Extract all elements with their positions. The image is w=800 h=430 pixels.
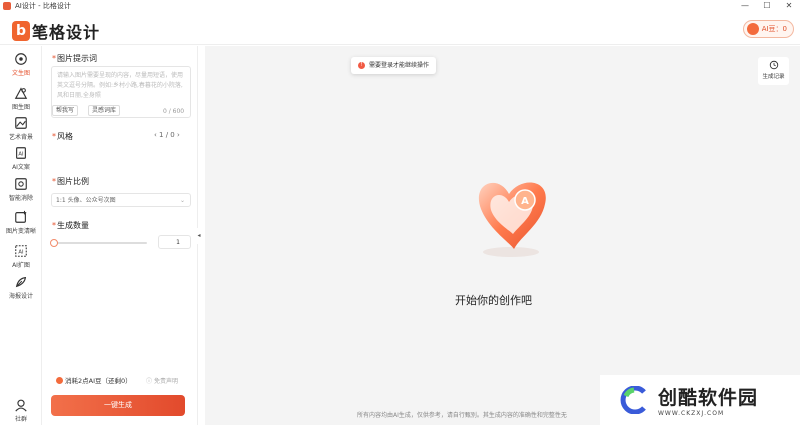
login-toast: ! 需要登录才能继续操作 (351, 57, 437, 74)
ratio-section-title: *图片比例 (52, 177, 89, 186)
watermark-logo-icon (620, 386, 646, 414)
coin-icon (56, 376, 63, 384)
svg-text:AI: AI (18, 250, 24, 256)
window-controls: — ☐ ✕ (734, 0, 800, 12)
image-enhance-icon (15, 210, 27, 223)
prompt-counter: 0 / 600 (163, 108, 185, 115)
sidebar-item-ai-copy[interactable]: AI AI文案 (0, 146, 42, 178)
sidebar: 文生图 图生图 艺术背景 AI AI文案 智能消除 图片变清晰 AI AI扩图 … (0, 46, 42, 425)
sidebar-item-label: 文生图 (11, 70, 30, 77)
minimize-button[interactable]: — (734, 0, 756, 12)
cost-text: 消耗2点AI豆（还剩0） (65, 377, 132, 385)
ratio-select[interactable]: 1:1 头像、公众号次图 ⌄ (51, 193, 191, 207)
help-write-button[interactable]: 帮我写 (52, 105, 79, 116)
history-button[interactable]: 生成记录 (758, 57, 789, 85)
brand-logo[interactable]: b 笔格设计 (12, 19, 100, 43)
svg-text:AI: AI (18, 152, 24, 158)
style-pager: ‹ 1 / 0 › (154, 131, 180, 139)
brand-name: 笔格设计 (32, 23, 101, 42)
sidebar-item-community[interactable]: 社群 (0, 398, 42, 430)
brand-icon: b (12, 21, 30, 41)
text-image-icon (15, 53, 27, 65)
watermark-url: WWW.CKZXJ.COM (658, 410, 725, 417)
ai-coin-badge[interactable]: AI豆：0 (742, 20, 794, 38)
poster-design-icon (15, 276, 27, 288)
sidebar-item-text-to-image[interactable]: 文生图 (0, 52, 42, 84)
prompt-section-title: *图片提示词 (52, 54, 97, 63)
app-header: b 笔格设计 AI豆：0 (0, 12, 800, 45)
maximize-button[interactable]: ☐ (756, 0, 778, 12)
inspiration-button[interactable]: 灵感词库 (88, 105, 121, 116)
prompt-placeholder: 请输入图片需要呈现的内容，尽量用短语，使用英文逗号分隔。例如:乡村小路,春暮花的… (57, 72, 184, 99)
sidebar-item-label: AI扩图 (12, 262, 30, 269)
app-icon (3, 2, 11, 10)
generate-button[interactable]: 一键生成 (51, 395, 185, 416)
quantity-input[interactable]: 1 (158, 235, 191, 249)
toast-message: 需要登录才能继续操作 (369, 62, 430, 69)
art-background-icon (15, 117, 27, 129)
sidebar-item-label: 艺术背景 (8, 134, 33, 141)
ai-copy-icon: AI (16, 147, 26, 159)
sidebar-item-poster-design[interactable]: 海报设计 (0, 275, 42, 307)
collapse-panel-button[interactable]: ◂ (195, 228, 203, 244)
next-page-button[interactable]: › (177, 131, 180, 139)
quantity-section-title: *生成数量 (52, 221, 89, 230)
settings-panel: *图片提示词 请输入图片需要呈现的内容，尽量用短语，使用英文逗号分隔。例如:乡村… (42, 46, 198, 425)
window-titlebar: AI设计 - 比格设计 — ☐ ✕ (0, 0, 800, 12)
sidebar-item-label: 图片变清晰 (5, 228, 36, 235)
quantity-slider[interactable] (50, 239, 147, 247)
sidebar-item-image-enhance[interactable]: 图片变清晰 (0, 210, 42, 242)
cost-info: 消耗2点AI豆（还剩0） (56, 375, 132, 385)
sidebar-item-label: 海报设计 (8, 293, 33, 300)
sidebar-item-art-background[interactable]: 艺术背景 (0, 116, 42, 148)
alert-icon: ! (358, 62, 365, 69)
watermark: 创酷软件园 WWW.CKZXJ.COM (600, 375, 800, 425)
canvas-area: ! 需要登录才能继续操作 生成记录 A 开始你的创作吧 所有内容均由AI生成，仅… (205, 46, 800, 425)
community-icon (15, 399, 27, 412)
chevron-down-icon: ⌄ (179, 197, 185, 204)
watermark-title: 创酷软件园 (658, 387, 759, 409)
slider-handle[interactable] (50, 239, 58, 247)
history-icon (769, 60, 778, 70)
sidebar-item-label: 社群 (14, 416, 27, 423)
style-section-title: *风格 (52, 132, 73, 141)
history-label: 生成记录 (762, 74, 785, 80)
svg-text:A: A (521, 196, 529, 207)
heart-illustration: A (478, 182, 546, 257)
sidebar-item-label: 图生图 (11, 104, 30, 111)
prev-page-button[interactable]: ‹ (154, 131, 157, 139)
info-icon: ⓘ (146, 378, 153, 385)
sidebar-item-smart-erase[interactable]: 智能消除 (0, 177, 42, 209)
ratio-value: 1:1 头像、公众号次图 (56, 197, 116, 204)
image-image-icon (14, 87, 28, 99)
footer-disclaimer: 所有内容均由AI生成，仅供参考，请自行甄别。其生成内容的准确性和完整性无 (357, 412, 567, 419)
sidebar-item-image-to-image[interactable]: 图生图 (0, 86, 42, 118)
empty-state-text: 开始你的创作吧 (455, 294, 532, 307)
disclaimer-link[interactable]: ⓘ 免责声明 (146, 376, 178, 385)
coin-icon (746, 23, 759, 35)
window-title: AI设计 - 比格设计 (15, 2, 71, 10)
sidebar-item-ai-expand[interactable]: AI AI扩图 (0, 244, 42, 276)
close-button[interactable]: ✕ (778, 0, 800, 12)
ai-expand-icon: AI (15, 245, 27, 257)
smart-erase-icon (15, 178, 27, 190)
style-page-number: 1 / 0 (159, 131, 175, 139)
coin-label: AI豆：0 (761, 25, 787, 33)
sidebar-item-label: AI文案 (12, 164, 30, 171)
sidebar-item-label: 智能消除 (8, 195, 33, 202)
